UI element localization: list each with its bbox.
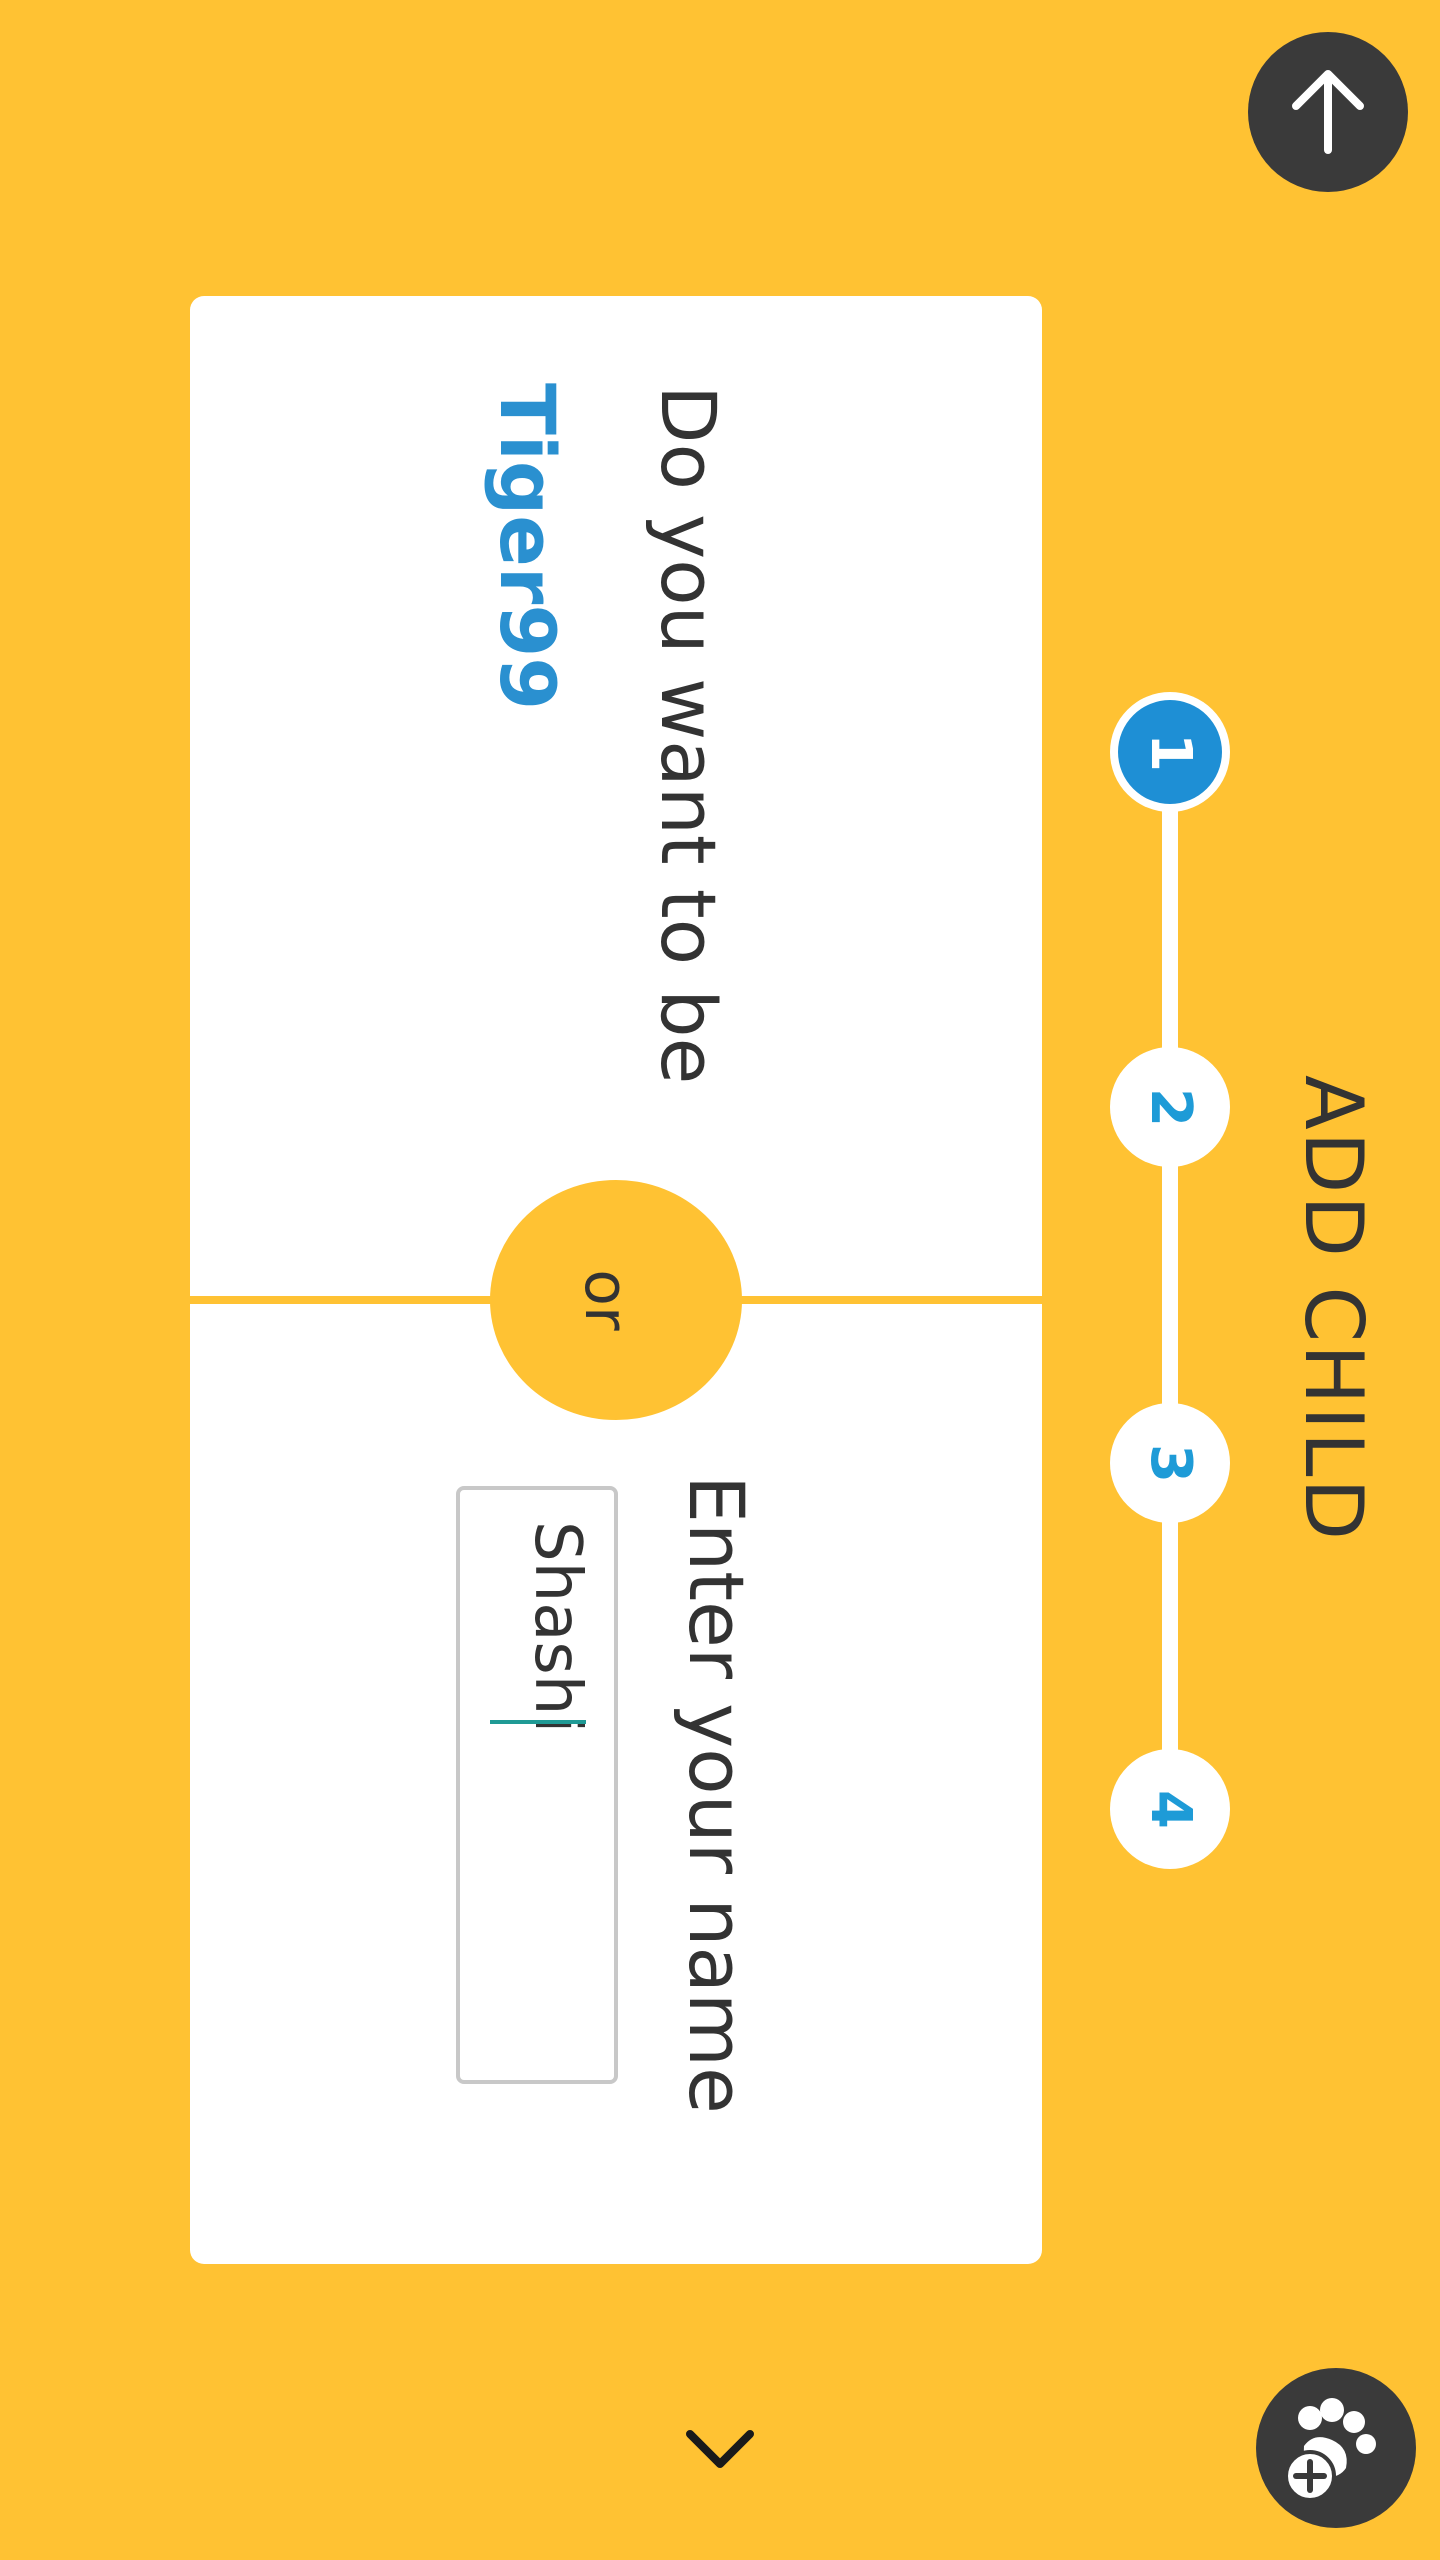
arrow-up-icon (1292, 70, 1364, 154)
add-paw-icon (1284, 2398, 1376, 2502)
enter-name-question: Enter your name (672, 1475, 761, 2114)
step-3-label: 3 (1137, 1443, 1203, 1483)
step-1-label: 1 (1137, 732, 1203, 772)
step-2[interactable]: 2 (1110, 1047, 1230, 1167)
suggest-name-question: Do you want to be (644, 385, 733, 1085)
name-input-value[interactable]: Shashi (520, 1521, 594, 1741)
step-1[interactable]: 1 (1110, 692, 1230, 812)
step-3[interactable]: 3 (1110, 1403, 1230, 1523)
page-title: ADD CHILD (1287, 1075, 1380, 1543)
step-4-label: 4 (1137, 1789, 1203, 1829)
text-caret (490, 1720, 586, 1724)
step-2-label: 2 (1137, 1087, 1203, 1127)
step-4[interactable]: 4 (1110, 1749, 1230, 1869)
or-label: or (571, 1269, 641, 1331)
chevron-down-icon[interactable] (680, 2420, 760, 2480)
suggested-name-link[interactable]: Tiger99 (482, 383, 572, 710)
stepper-track (1162, 752, 1178, 1808)
scroll-up-button[interactable] (1248, 32, 1408, 192)
add-child-button[interactable] (1256, 2368, 1416, 2528)
